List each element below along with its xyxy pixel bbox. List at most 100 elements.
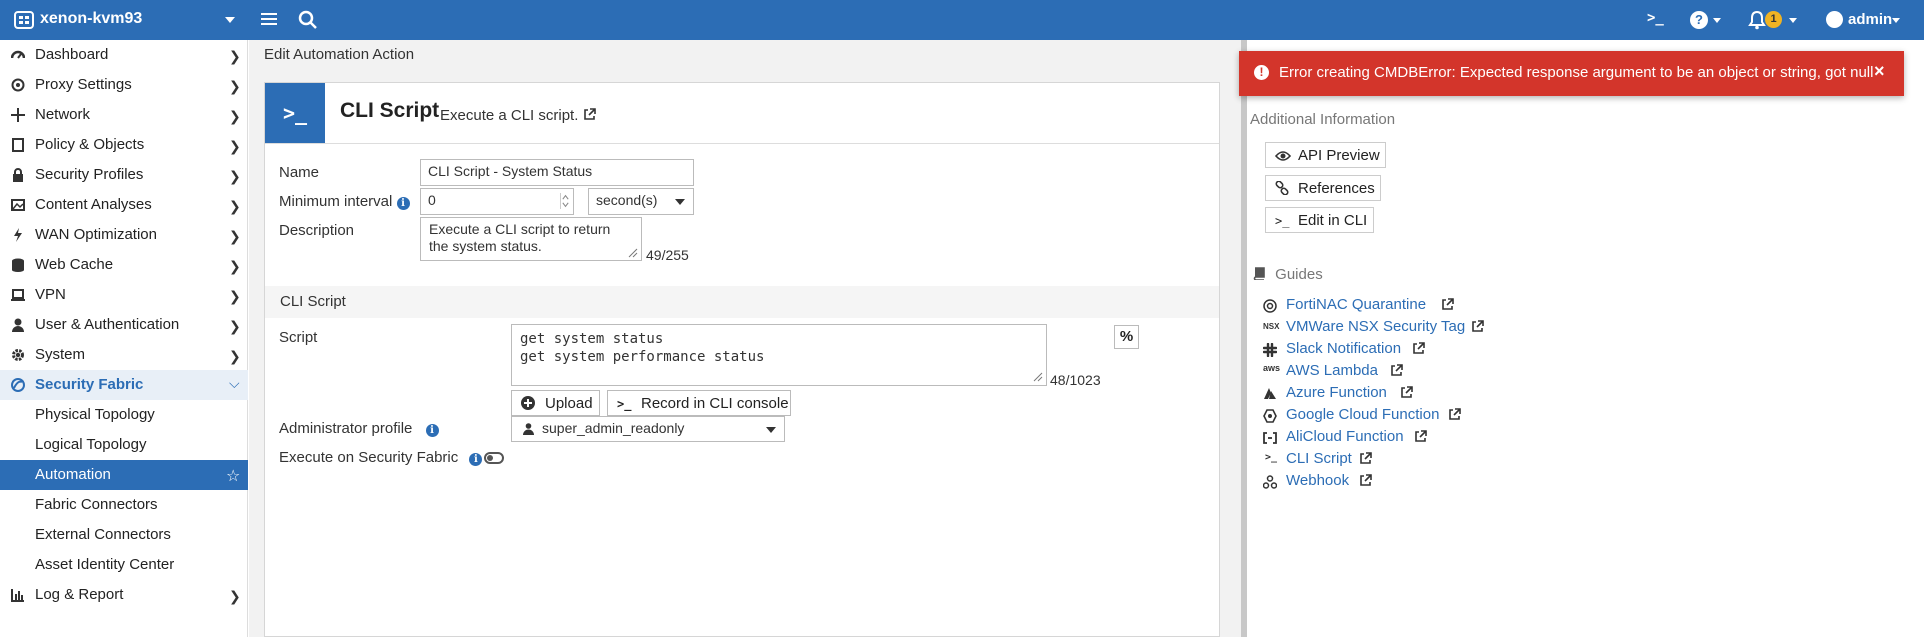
admin-profile-select[interactable]: super_admin_readonly (511, 416, 785, 442)
upload-button[interactable]: Upload (511, 390, 600, 416)
info-icon[interactable]: i (425, 424, 439, 437)
error-icon: ! (1254, 65, 1269, 80)
alicloud-icon (1263, 432, 1277, 444)
api-preview-button[interactable]: API Preview (1265, 142, 1386, 168)
sidebar-item-physical-topology[interactable]: Physical Topology (0, 400, 248, 430)
chevron-right-icon: ❯ (229, 588, 241, 604)
search-icon[interactable] (298, 10, 318, 30)
description-counter: 49/255 (646, 247, 689, 263)
admin-profile-label-text: Administrator profile (279, 420, 413, 437)
bell-icon[interactable] (1748, 10, 1766, 30)
lock-icon (13, 168, 23, 182)
script-editor[interactable]: get system status get system performance… (511, 324, 1047, 386)
error-message: Error creating CMDBError: Expected respo… (1279, 64, 1874, 81)
sidebar-item-proxy-settings[interactable]: Proxy Settings ❯ (0, 70, 248, 100)
resize-handle-icon[interactable] (1033, 372, 1043, 382)
exec-fabric-toggle[interactable] (484, 452, 504, 464)
link-icon (1275, 181, 1289, 195)
sidebar-item-network[interactable]: Network ❯ (0, 100, 248, 130)
help-icon[interactable]: ? (1690, 11, 1708, 29)
sidebar-item-security-fabric[interactable]: Security Fabric ⌵ (0, 370, 248, 400)
hostname-dropdown[interactable]: xenon-kvm93 (40, 10, 142, 28)
guide-link-label: Google Cloud Function (1286, 406, 1440, 423)
description-textarea[interactable]: Execute a CLI script to return the syste… (420, 217, 642, 261)
chevron-right-icon: ❯ (229, 168, 241, 184)
chevron-right-icon: ❯ (229, 108, 241, 124)
record-cli-button[interactable]: >_ Record in CLI console (607, 390, 791, 416)
additional-info-title: Additional Information (1250, 111, 1396, 128)
slack-icon (1263, 343, 1277, 357)
menu-icon[interactable] (261, 11, 277, 27)
sidebar-item-label: Log & Report (35, 586, 124, 603)
user-avatar-icon[interactable] (1826, 11, 1843, 28)
sidebar-item-system[interactable]: System ❯ (0, 340, 248, 370)
chevron-right-icon: ❯ (229, 228, 241, 244)
chevron-down-icon (675, 199, 685, 205)
sidebar-item-label: User & Authentication (35, 316, 180, 333)
sidebar-item-wan-optimization[interactable]: WAN Optimization ❯ (0, 220, 248, 250)
admin-profile-label: Administrator profile i (279, 420, 439, 437)
cli-console-icon[interactable]: >_ (1647, 10, 1664, 26)
guide-link-label: Webhook (1286, 472, 1350, 489)
guide-link-label: VMWare NSX Security Tag (1286, 318, 1466, 335)
sidebar-item-dashboard[interactable]: Dashboard ❯ (0, 40, 248, 70)
references-button[interactable]: References (1265, 175, 1381, 201)
star-icon[interactable]: ☆ (226, 466, 240, 486)
section-title: CLI Script (280, 293, 346, 310)
sidebar-item-label: Asset Identity Center (35, 556, 175, 573)
network-icon (11, 108, 25, 122)
sidebar-item-external-connectors[interactable]: External Connectors (0, 520, 248, 550)
info-icon[interactable]: i (396, 197, 410, 210)
interval-unit-value: second(s) (596, 192, 658, 208)
notification-badge: 1 (1765, 11, 1782, 28)
chevron-down-icon[interactable] (1789, 18, 1797, 23)
sidebar-item-user-authentication[interactable]: User & Authentication ❯ (0, 310, 248, 340)
interval-unit-select[interactable]: second(s) (588, 188, 694, 215)
eye-icon (1275, 151, 1291, 161)
sidebar-item-policy-objects[interactable]: Policy & Objects ❯ (0, 130, 248, 160)
chevron-down-icon: ⌵ (229, 375, 240, 391)
percent-variable-button[interactable]: % (1114, 325, 1139, 349)
sidebar-item-label: Security Profiles (35, 166, 144, 183)
sidebar-item-security-profiles[interactable]: Security Profiles ❯ (0, 160, 248, 190)
sidebar-item-label: Dashboard (35, 46, 109, 63)
nsx-icon: NSX (1263, 322, 1280, 331)
external-link-icon (1449, 408, 1461, 420)
resize-handle-icon[interactable] (628, 248, 638, 258)
interval-input[interactable]: 0 (420, 188, 574, 215)
gear-icon (12, 349, 24, 361)
chevron-down-icon[interactable] (225, 17, 235, 23)
laptop-icon (11, 289, 25, 301)
edit-in-cli-button[interactable]: >_ Edit in CLI (1265, 207, 1374, 233)
external-link-icon (1442, 298, 1454, 310)
card-title: CLI Script (340, 99, 440, 122)
sidebar-item-label: Physical Topology (35, 406, 155, 423)
chevron-down-icon[interactable] (1892, 18, 1900, 23)
name-input[interactable]: CLI Script - System Status (420, 159, 694, 186)
spinner-arrows-icon[interactable] (560, 193, 570, 209)
chevron-down-icon[interactable] (1713, 18, 1721, 23)
error-toast: ! Error creating CMDBError: Expected res… (1239, 51, 1904, 96)
sidebar-item-logical-topology[interactable]: Logical Topology (0, 430, 248, 460)
sidebar-item-log-report[interactable]: Log & Report ❯ (0, 580, 248, 610)
exec-fabric-label: Execute on Security Fabric i (279, 449, 483, 466)
interval-label-text: Minimum interval (279, 193, 393, 210)
external-link-icon (583, 108, 596, 120)
card-subtitle-link[interactable]: Execute a CLI script. (440, 107, 596, 124)
close-icon[interactable]: × (1874, 61, 1885, 82)
device-logo-icon[interactable] (14, 11, 34, 29)
sidebar-item-vpn[interactable]: VPN ❯ (0, 280, 248, 310)
image-icon (11, 199, 25, 211)
sidebar-item-asset-identity-center[interactable]: Asset Identity Center (0, 550, 248, 580)
sidebar-item-label: Proxy Settings (35, 76, 132, 93)
sidebar-item-content-analyses[interactable]: Content Analyses ❯ (0, 190, 248, 220)
azure-icon (1264, 388, 1276, 399)
sidebar-item-web-cache[interactable]: Web Cache ❯ (0, 250, 248, 280)
external-link-icon (1360, 474, 1372, 486)
breadcrumb: Edit Automation Action (249, 40, 1241, 68)
info-icon[interactable]: i (469, 453, 483, 466)
sidebar-item-automation[interactable]: Automation ☆ (0, 460, 248, 490)
user-menu[interactable]: admin (1848, 11, 1892, 28)
terminal-icon: >_ (1264, 452, 1278, 463)
sidebar-item-fabric-connectors[interactable]: Fabric Connectors (0, 490, 248, 520)
